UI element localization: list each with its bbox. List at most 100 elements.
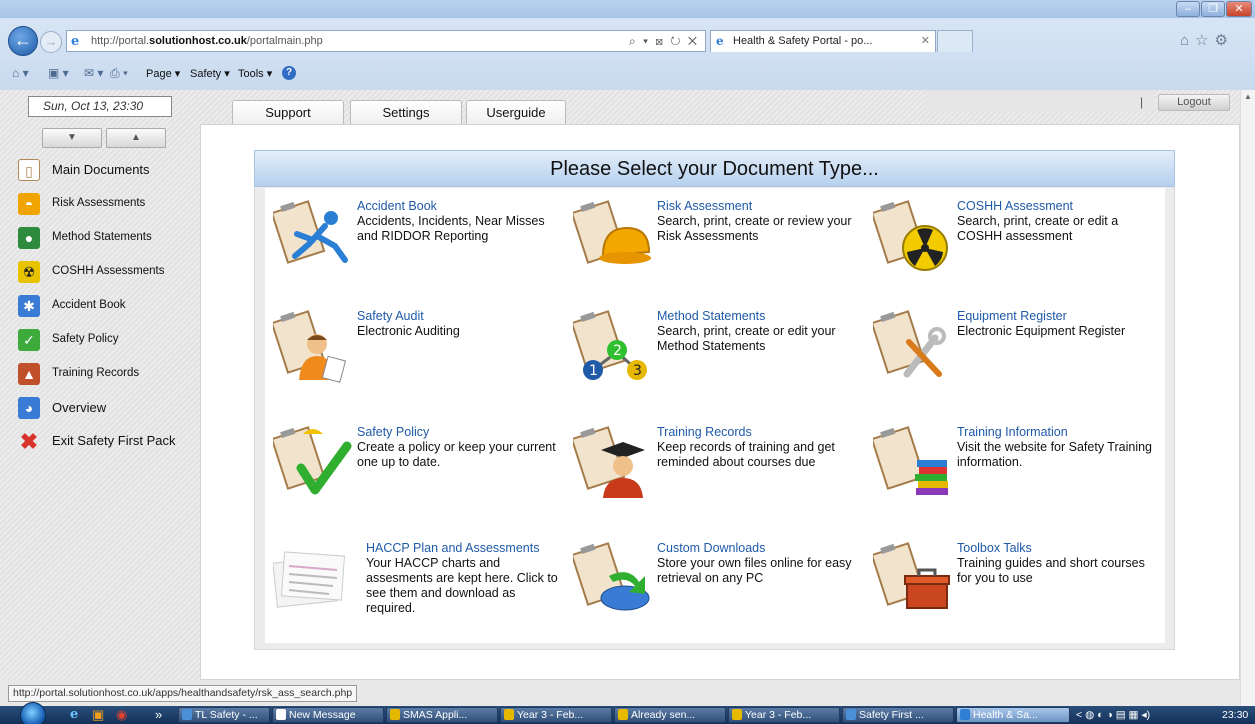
help-icon[interactable]: ? xyxy=(282,66,296,80)
minimize-button[interactable]: – xyxy=(1176,1,1200,17)
coshh-icon xyxy=(873,200,948,271)
card-safety-audit[interactable]: Safety Audit Electronic Auditing xyxy=(273,298,573,408)
taskbar-item-label: SMAS Appli... xyxy=(403,709,468,721)
card-title[interactable]: Toolbox Talks xyxy=(957,541,1032,555)
svg-text:2: 2 xyxy=(613,343,622,359)
forward-button[interactable]: → xyxy=(40,31,62,53)
home-icon[interactable]: ⌂ ▾ xyxy=(12,66,29,80)
start-button[interactable] xyxy=(20,702,46,724)
chrome-pinned-icon[interactable]: ◉ xyxy=(116,707,127,723)
sidebar-item-training-records[interactable]: ▲ Training Records xyxy=(14,362,198,388)
taskbar-item-label: New Message xyxy=(289,709,356,721)
card-title[interactable]: Risk Assessment xyxy=(657,199,752,213)
scroll-up-icon[interactable]: ▲ xyxy=(1244,92,1252,101)
sidebar: Sun, Oct 13, 23:30 ▼ ▲ ▯ Main Documents … xyxy=(0,90,200,680)
title-bar: – ❐ ✕ xyxy=(0,0,1255,18)
close-window-button[interactable]: ✕ xyxy=(1226,1,1252,17)
card-method-statements[interactable]: 1 2 3 Method Statements Search, print, c… xyxy=(573,298,873,408)
tab-userguide[interactable]: Userguide xyxy=(466,100,566,126)
taskbar-item[interactable]: TL Safety - ... xyxy=(178,707,270,723)
card-title[interactable]: Equipment Register xyxy=(957,309,1067,323)
browser-chrome: – ❐ ✕ ← → e http://portal.solutionhost.c… xyxy=(0,0,1255,90)
card-title[interactable]: Safety Audit xyxy=(357,309,424,323)
card-title[interactable]: Accident Book xyxy=(357,199,437,213)
card-toolbox-talks[interactable]: Toolbox Talks Training guides and short … xyxy=(873,530,1173,640)
taskbar-item-label: Already sen... xyxy=(631,709,696,721)
card-title[interactable]: Safety Policy xyxy=(357,425,429,439)
home-favorites-tools-icons[interactable]: ⌂☆⚙ xyxy=(1180,31,1234,49)
card-description: Training guides and short courses for yo… xyxy=(957,556,1145,585)
training-records-icon xyxy=(573,426,645,498)
sidebar-item-coshh-assessments[interactable]: ☢ COSHH Assessments xyxy=(14,260,198,286)
logout-button[interactable]: Logout xyxy=(1158,94,1230,111)
card-custom-downloads[interactable]: Custom Downloads Store your own files on… xyxy=(573,530,873,640)
back-button[interactable]: ← xyxy=(8,26,38,56)
card-safety-policy[interactable]: Safety Policy Create a policy or keep yo… xyxy=(273,414,573,524)
card-title[interactable]: Training Information xyxy=(957,425,1068,439)
sidebar-item-risk-assessments[interactable]: ◓ Risk Assessments xyxy=(14,192,198,218)
maximize-button[interactable]: ❐ xyxy=(1201,1,1225,17)
accident-book-icon xyxy=(273,200,348,264)
card-title[interactable]: Custom Downloads xyxy=(657,541,765,555)
logout-separator: | xyxy=(1140,95,1144,109)
new-tab-button[interactable] xyxy=(937,30,973,52)
card-coshh-assessment[interactable]: COSHH Assessment Search, print, create o… xyxy=(873,188,1173,298)
scroll-up-button[interactable]: ▲ xyxy=(106,128,166,148)
tools-menu[interactable]: Tools ▾ xyxy=(238,67,272,80)
toolbox-talks-icon xyxy=(873,542,950,609)
scroll-down-button[interactable]: ▼ xyxy=(42,128,102,148)
safety-menu[interactable]: Safety ▾ xyxy=(190,67,230,80)
taskbar-item[interactable]: Safety First ... xyxy=(842,707,954,723)
taskbar-item[interactable]: New Message xyxy=(272,707,384,723)
card-training-information[interactable]: Training Information Visit the website f… xyxy=(873,414,1173,524)
taskbar-item[interactable]: Year 3 - Feb... xyxy=(500,707,612,723)
sidebar-item-exit[interactable]: ✖ Exit Safety First Pack xyxy=(14,430,198,466)
card-title[interactable]: Method Statements xyxy=(657,309,765,323)
vertical-scrollbar[interactable]: ▲ xyxy=(1240,90,1255,706)
training-information-icon xyxy=(873,426,948,495)
taskbar-item[interactable]: Year 3 - Feb... xyxy=(728,707,840,723)
taskbar-item[interactable]: SMAS Appli... xyxy=(386,707,498,723)
page-menu[interactable]: Page ▾ xyxy=(146,67,180,80)
mail-icon[interactable]: ✉ ▾ xyxy=(84,66,103,80)
card-description: Visit the website for Safety Training in… xyxy=(957,440,1153,469)
tab-settings[interactable]: Settings xyxy=(350,100,462,126)
tab-close-icon[interactable]: ✕ xyxy=(921,34,930,47)
taskbar-item[interactable]: Already sen... xyxy=(614,707,726,723)
print-icon[interactable]: ⎙ ▾ xyxy=(110,66,128,81)
taskbar-item-active[interactable]: Health & Sa... xyxy=(956,707,1070,723)
command-bar: ⌂ ▾ ▣ ▾ ✉ ▾ ⎙ ▾ Page ▾ Safety ▾ Tools ▾ … xyxy=(0,60,1255,88)
taskbar-item-label: TL Safety - ... xyxy=(195,709,258,721)
address-bar[interactable]: e http://portal.solutionhost.co.uk/porta… xyxy=(66,30,706,52)
card-haccp-plan[interactable]: HACCP Plan and Assessments Your HACCP ch… xyxy=(273,530,573,640)
taskbar-item-label: Safety First ... xyxy=(859,709,924,721)
sidebar-item-accident-book[interactable]: ✱ Accident Book xyxy=(14,294,198,320)
sync-icon: ▤ xyxy=(1115,709,1126,721)
card-description: Electronic Auditing xyxy=(357,324,460,338)
tray-expand-icon[interactable]: < xyxy=(1076,709,1082,721)
card-accident-book[interactable]: Accident Book Accidents, Incidents, Near… xyxy=(273,188,573,298)
browser-tab-title: Health & Safety Portal - po... xyxy=(733,35,873,47)
card-title[interactable]: Training Records xyxy=(657,425,752,439)
taskbar-clock[interactable]: 23:30 xyxy=(1222,707,1248,723)
card-risk-assessment[interactable]: Risk Assessment Search, print, create or… xyxy=(573,188,873,298)
pinned-overflow-icon[interactable]: » xyxy=(155,707,162,723)
browser-tab-active[interactable]: e Health & Safety Portal - po... ✕ xyxy=(710,30,936,52)
sidebar-item-safety-policy[interactable]: ✓ Safety Policy xyxy=(14,328,198,354)
sidebar-item-method-statements[interactable]: ● Method Statements xyxy=(14,226,198,252)
system-tray[interactable]: < ◍ ◐ ◑ ▤ ▦ ◂) xyxy=(1076,707,1150,723)
feeds-icon[interactable]: ▣ ▾ xyxy=(48,66,69,80)
card-title[interactable]: COSHH Assessment xyxy=(957,199,1073,213)
tab-support[interactable]: Support xyxy=(232,100,344,126)
card-title[interactable]: HACCP Plan and Assessments xyxy=(366,541,539,555)
address-actions[interactable]: ⌕ ▾ ⊠ ↻ ✕ xyxy=(629,34,699,49)
folder-pinned-icon[interactable]: ▣ xyxy=(92,707,104,723)
sidebar-item-overview[interactable]: ◕ Overview xyxy=(14,396,198,422)
ie-pinned-icon[interactable]: e xyxy=(70,707,78,723)
method-statements-icon: 1 2 3 xyxy=(573,310,647,380)
card-description: Keep records of training and get reminde… xyxy=(657,440,835,469)
url-text[interactable]: http://portal.solutionhost.co.uk/portalm… xyxy=(91,35,323,47)
card-training-records[interactable]: Training Records Keep records of trainin… xyxy=(573,414,873,524)
card-equipment-register[interactable]: Equipment Register Electronic Equipment … xyxy=(873,298,1173,408)
sidebar-item-main-documents[interactable]: ▯ Main Documents xyxy=(14,158,198,184)
